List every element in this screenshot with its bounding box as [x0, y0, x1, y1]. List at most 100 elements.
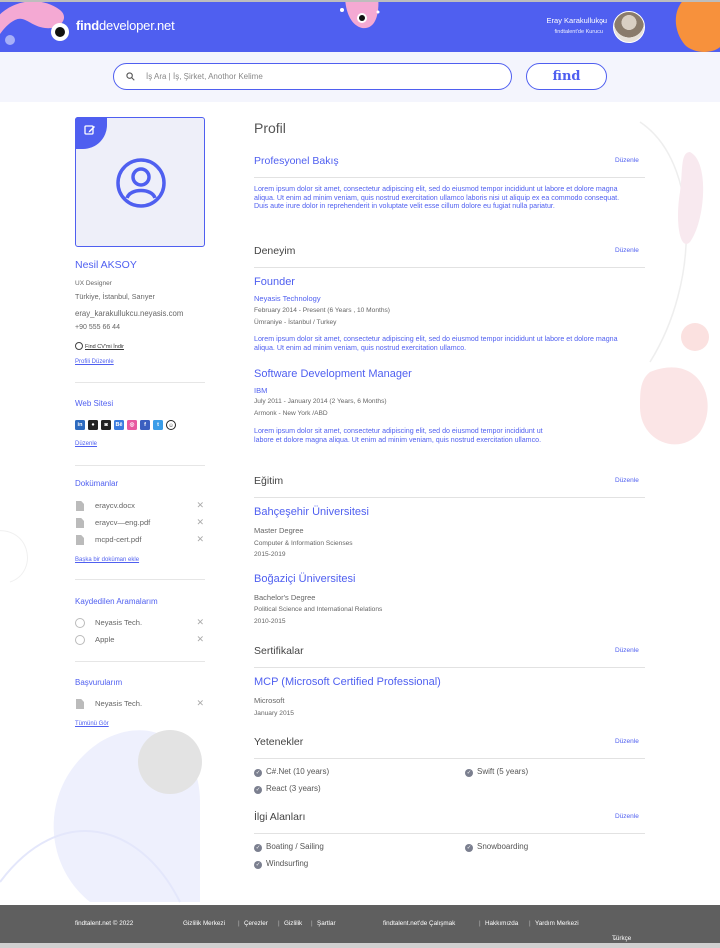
saved-search-name: Apple — [95, 635, 115, 644]
twitter-icon[interactable]: t — [153, 420, 163, 430]
education-edit-link[interactable]: Düzenle — [615, 477, 639, 484]
education-years: 2015-2019 — [254, 551, 286, 558]
interest-label: Windsurfing — [266, 859, 309, 868]
find-button[interactable]: find — [526, 63, 607, 90]
skills-edit-link[interactable]: Düzenle — [615, 738, 639, 745]
experience-edit-link[interactable]: Düzenle — [615, 247, 639, 254]
top-header: finddeveloper.net Eray Karakullukçu ⌄ fi… — [0, 0, 720, 52]
check-icon: ✓ — [465, 844, 473, 852]
skill-item: ✓ React (3 years) — [254, 784, 321, 794]
dribbble-icon[interactable]: ◙ — [101, 420, 111, 430]
certificate-name: MCP (Microsoft Certified Professional) — [254, 676, 441, 688]
remove-icon[interactable]: ✕ — [196, 698, 204, 709]
footer-link[interactable]: Yardım Merkezi — [535, 920, 579, 927]
school-name: Bahçeşehir Üniversitesi — [254, 506, 369, 518]
school-name: Boğaziçi Üniversitesi — [254, 573, 356, 585]
chevron-down-icon[interactable]: ⌄ — [600, 16, 606, 24]
application-name: Neyasis Tech. — [95, 699, 143, 708]
divider — [254, 833, 645, 834]
interests-edit-link[interactable]: Düzenle — [615, 813, 639, 820]
social-icons: in ● ◙ Bē ◎ f t ☺ — [75, 420, 176, 430]
saved-search-row[interactable]: Neyasis Tech. ✕ — [75, 617, 205, 630]
saved-search-name: Neyasis Tech. — [95, 618, 143, 627]
experience-text: Lorem ipsum dolor sit amet, consectetur … — [254, 427, 543, 444]
footer-link[interactable]: Çerezler — [244, 920, 268, 927]
profile-photo[interactable] — [75, 117, 205, 247]
file-icon — [76, 518, 84, 528]
search-input[interactable]: İş Ara | İş, Şirket, Anothor Kelime — [113, 63, 512, 90]
experience-heading: Deneyim — [254, 245, 296, 257]
search-band: İş Ara | İş, Şirket, Anothor Kelime find — [0, 52, 720, 102]
check-icon: ✓ — [254, 861, 262, 869]
skill-label: Swift (5 years) — [477, 767, 529, 776]
behance-icon[interactable]: Bē — [114, 420, 124, 430]
search-icon — [126, 72, 135, 81]
field-of-study: Computer & Information Scienses — [254, 540, 353, 547]
footer-link[interactable]: Gizlilik — [284, 920, 302, 927]
website-heading: Web Sitesi — [75, 399, 114, 408]
remove-icon[interactable]: ✕ — [196, 634, 204, 645]
user-name[interactable]: Eray Karakullukçu — [547, 16, 607, 25]
add-document-link[interactable]: Başka bir doküman ekle — [75, 557, 139, 563]
footer-link[interactable]: Gizlilik Merkezi — [183, 920, 225, 927]
avatar[interactable] — [613, 11, 645, 43]
website-edit-link[interactable]: Düzenle — [75, 441, 97, 447]
interest-item: ✓ Windsurfing — [254, 859, 308, 869]
facebook-icon[interactable]: f — [140, 420, 150, 430]
user-subtitle: findtalent'de Kurucu — [554, 29, 603, 35]
search-icon — [75, 618, 85, 628]
edit-icon — [84, 125, 95, 135]
remove-icon[interactable]: ✕ — [196, 517, 204, 528]
instagram-icon[interactable]: ◎ — [127, 420, 137, 430]
profile-title: UX Designer — [75, 280, 112, 287]
site-logo[interactable]: finddeveloper.net — [76, 18, 175, 33]
footer-link[interactable]: findtalent.net'de Çalışmak — [383, 920, 455, 927]
degree: Bachelor's Degree — [254, 593, 316, 602]
chevron-down-icon: ⌄ — [612, 935, 618, 942]
check-icon: ✓ — [465, 769, 473, 777]
search-icon — [75, 635, 85, 645]
skill-item: ✓ C#.Net (10 years) — [254, 767, 329, 777]
edit-profile-link[interactable]: Profili Düzenle — [75, 359, 114, 365]
github-icon[interactable]: ● — [88, 420, 98, 430]
footer: findtalent.net © 2022 Gizlilik Merkezi |… — [0, 905, 720, 943]
reddit-icon[interactable]: ☺ — [166, 420, 176, 430]
certificates-edit-link[interactable]: Düzenle — [615, 647, 639, 654]
field-of-study: Political Science and International Rela… — [254, 606, 383, 613]
see-all-link[interactable]: Tümünü Gör — [75, 721, 109, 727]
skills-heading: Yetenekler — [254, 736, 304, 748]
remove-icon[interactable]: ✕ — [196, 534, 204, 545]
overview-edit-link[interactable]: Düzenle — [615, 157, 639, 164]
divider — [254, 667, 645, 668]
saved-searches-heading: Kaydedilen Aramalarım — [75, 597, 158, 606]
linkedin-icon[interactable]: in — [75, 420, 85, 430]
check-icon: ✓ — [254, 786, 262, 794]
download-cv-link[interactable]: Find CV'mi İndir — [75, 342, 124, 350]
interest-item: ✓ Boating / Sailing — [254, 842, 324, 852]
document-row[interactable]: eraycv—eng.pdf ✕ — [75, 517, 205, 530]
document-row[interactable]: eraycv.docx ✕ — [75, 500, 205, 513]
remove-icon[interactable]: ✕ — [196, 617, 204, 628]
profile-phone: +90 555 66 44 — [75, 324, 120, 331]
footer-copyright: findtalent.net © 2022 — [75, 920, 134, 927]
file-icon — [76, 699, 84, 709]
saved-search-row[interactable]: Apple ✕ — [75, 634, 205, 647]
certificate-date: January 2015 — [254, 710, 294, 717]
footer-link[interactable]: Şartlar — [317, 920, 336, 927]
top-border — [0, 0, 720, 2]
experience-text: Lorem ipsum dolor sit amet, consectetur … — [254, 335, 618, 352]
footer-link[interactable]: Hakkımızda — [485, 920, 518, 927]
remove-icon[interactable]: ✕ — [196, 500, 204, 511]
education-years: 2010-2015 — [254, 618, 286, 625]
experience-dates: February 2014 - Present (6 Years , 10 Mo… — [254, 307, 390, 314]
document-row[interactable]: mcpd-cert.pdf ✕ — [75, 534, 205, 547]
interest-label: Snowboarding — [477, 842, 529, 851]
experience-location: Ümraniye - İstanbul / Turkey — [254, 319, 337, 326]
application-row[interactable]: Neyasis Tech. ✕ — [75, 698, 205, 711]
certificates-heading: Sertifikalar — [254, 645, 304, 657]
divider — [254, 497, 645, 498]
experience-role: Software Development Manager — [254, 368, 412, 380]
photo-edit-button[interactable] — [75, 117, 107, 149]
user-icon — [116, 158, 166, 208]
footer-separator: | — [311, 920, 313, 927]
